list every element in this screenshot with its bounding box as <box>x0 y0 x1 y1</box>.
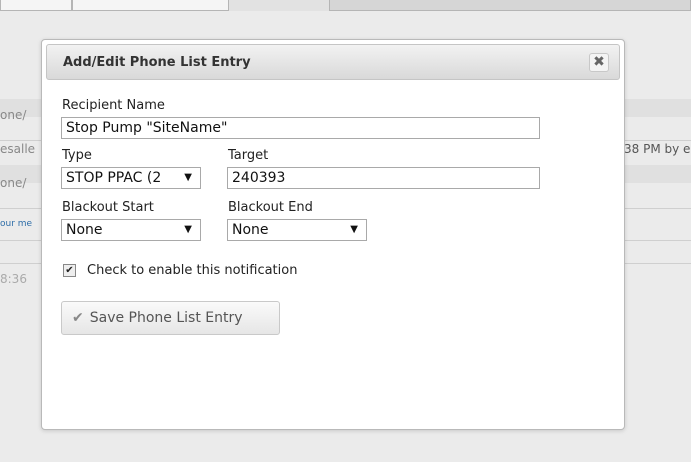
background-text: 8:36 <box>0 272 27 286</box>
chevron-down-icon: ▼ <box>184 172 192 183</box>
target-label: Target <box>228 148 269 163</box>
dialog-title: Add/Edit Phone List Entry <box>63 55 251 70</box>
save-phone-list-entry-button[interactable]: ✔ Save Phone List Entry <box>61 301 280 335</box>
target-input[interactable]: 240393 <box>227 167 540 189</box>
background-tab <box>0 0 72 11</box>
type-label: Type <box>62 148 92 163</box>
background-link[interactable]: our me <box>0 219 32 229</box>
background-text: one/ <box>0 108 27 122</box>
background-tab <box>329 0 691 11</box>
blackout-end-value: None <box>232 222 269 238</box>
type-select-value: STOP PPAC (2 <box>66 170 162 186</box>
close-button[interactable]: ✖ <box>589 53 609 72</box>
recipient-name-label: Recipient Name <box>62 98 165 113</box>
recipient-name-input[interactable]: Stop Pump "SiteName" <box>61 117 540 139</box>
blackout-start-label: Blackout Start <box>62 200 154 215</box>
background-tab <box>72 0 229 11</box>
blackout-end-select[interactable]: None ▼ <box>227 219 367 241</box>
type-select[interactable]: STOP PPAC (2 ▼ <box>61 167 201 189</box>
checkmark-icon: ✔ <box>72 310 84 326</box>
blackout-end-label: Blackout End <box>228 200 313 215</box>
chevron-down-icon: ▼ <box>350 224 358 235</box>
checkmark-icon: ✔ <box>65 265 74 276</box>
background-text: one/ <box>0 176 27 190</box>
blackout-start-value: None <box>66 222 103 238</box>
blackout-start-select[interactable]: None ▼ <box>61 219 201 241</box>
dialog-header: Add/Edit Phone List Entry ✖ <box>46 44 620 80</box>
save-button-label: Save Phone List Entry <box>89 310 243 326</box>
enable-notification-label: Check to enable this notification <box>87 263 298 278</box>
background-text: 38 PM by e <box>624 142 691 156</box>
close-icon: ✖ <box>593 54 605 70</box>
chevron-down-icon: ▼ <box>184 224 192 235</box>
phone-list-entry-dialog: Add/Edit Phone List Entry ✖ Recipient Na… <box>41 39 625 430</box>
enable-notification-checkbox[interactable]: ✔ <box>63 264 76 277</box>
background-text: esalle <box>0 142 36 156</box>
